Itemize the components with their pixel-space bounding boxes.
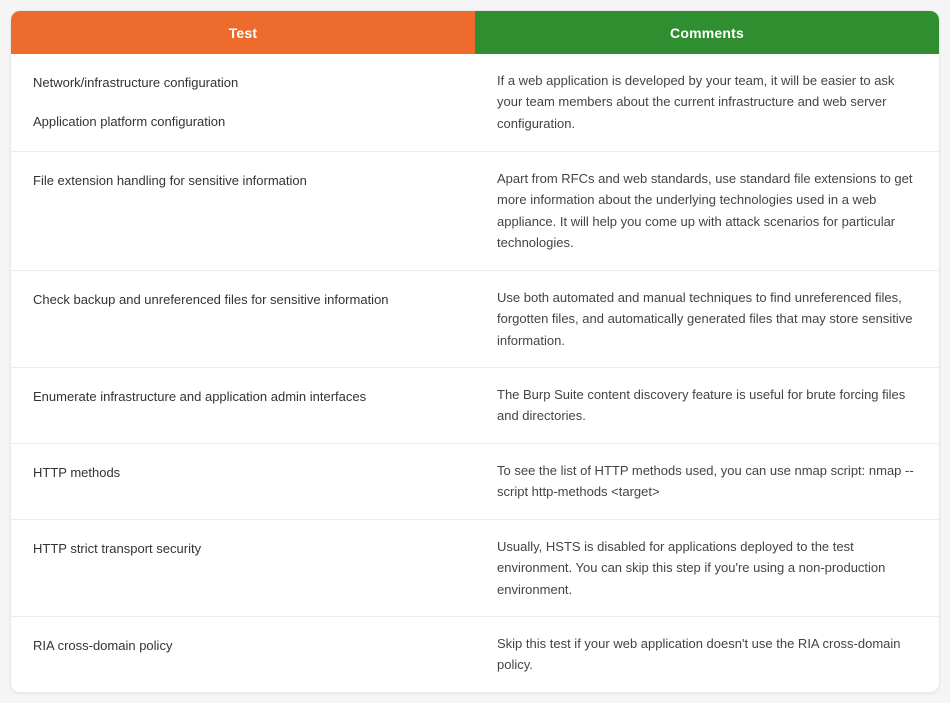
test-cell: Enumerate infrastructure and application… xyxy=(11,368,475,443)
test-item: File extension handling for sensitive in… xyxy=(33,168,453,193)
test-item: Check backup and unreferenced files for … xyxy=(33,287,453,312)
table-body: Network/infrastructure configuration App… xyxy=(11,54,939,692)
column-header-comments: Comments xyxy=(475,11,939,54)
comment-cell: Apart from RFCs and web standards, use s… xyxy=(475,152,939,270)
test-cell: HTTP strict transport security xyxy=(11,520,475,616)
test-item: Network/infrastructure configuration xyxy=(33,70,453,95)
test-cell: Network/infrastructure configuration App… xyxy=(11,54,475,151)
test-cell: RIA cross-domain policy xyxy=(11,617,475,692)
table-row: Enumerate infrastructure and application… xyxy=(11,367,939,443)
table-row: Check backup and unreferenced files for … xyxy=(11,270,939,367)
comment-cell: Skip this test if your web application d… xyxy=(475,617,939,692)
column-header-test: Test xyxy=(11,11,475,54)
comment-cell: If a web application is developed by you… xyxy=(475,54,939,151)
test-cell: File extension handling for sensitive in… xyxy=(11,152,475,270)
table-header-row: Test Comments xyxy=(11,11,939,54)
test-item: Application platform configuration xyxy=(33,109,453,134)
comment-cell: Usually, HSTS is disabled for applicatio… xyxy=(475,520,939,616)
test-item: RIA cross-domain policy xyxy=(33,633,453,658)
comment-cell: Use both automated and manual techniques… xyxy=(475,271,939,367)
comment-cell: To see the list of HTTP methods used, yo… xyxy=(475,444,939,519)
table-row: File extension handling for sensitive in… xyxy=(11,151,939,270)
table-row: Network/infrastructure configuration App… xyxy=(11,54,939,151)
comment-cell: The Burp Suite content discovery feature… xyxy=(475,368,939,443)
table-row: RIA cross-domain policy Skip this test i… xyxy=(11,616,939,692)
test-cell: Check backup and unreferenced files for … xyxy=(11,271,475,367)
table-row: HTTP strict transport security Usually, … xyxy=(11,519,939,616)
test-item: Enumerate infrastructure and application… xyxy=(33,384,453,409)
test-item: HTTP methods xyxy=(33,460,453,485)
table-row: HTTP methods To see the list of HTTP met… xyxy=(11,443,939,519)
test-item: HTTP strict transport security xyxy=(33,536,453,561)
test-cell: HTTP methods xyxy=(11,444,475,519)
test-comments-table: Test Comments Network/infrastructure con… xyxy=(10,10,940,693)
